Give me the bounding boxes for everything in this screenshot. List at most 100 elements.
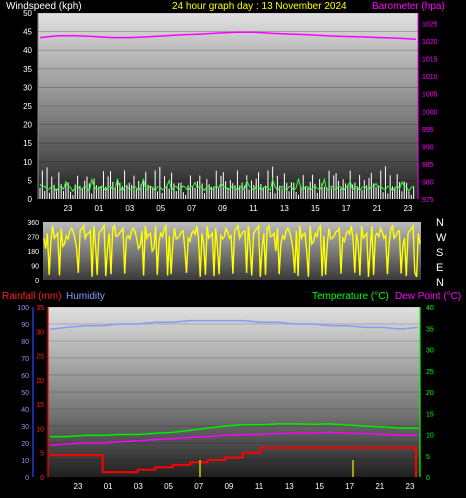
y-tick-label: 5 <box>28 176 33 185</box>
temperature-y-ticks: 0 5 10 15 20 25 30 35 40 <box>426 305 434 482</box>
y-tick-label: 0 <box>28 195 33 204</box>
y-tick-label: 360 <box>27 220 39 227</box>
x-tick-label: 07 <box>194 482 203 491</box>
y-tick-label: 995 <box>422 127 434 134</box>
y-tick-label: 100 <box>17 305 29 312</box>
x-tick-label: 21 <box>373 204 382 213</box>
y-tick-label: 80 <box>21 339 29 346</box>
humidity-axis-title: Humidity <box>66 291 105 302</box>
wind-direction-y-ticks: 0 90 180 270 360 <box>27 220 39 285</box>
y-tick-label: 5 <box>426 454 430 461</box>
y-tick-label: 1020 <box>422 39 438 46</box>
compass-label: N <box>436 217 444 229</box>
chart-title: 24 hour graph day : 13 November 2024 <box>172 1 347 12</box>
y-tick-label: 975 <box>422 197 434 204</box>
y-tick-label: 1010 <box>422 74 438 81</box>
y-tick-label: 1015 <box>422 57 438 64</box>
x-tick-label: 01 <box>104 482 113 491</box>
y-tick-label: 30 <box>36 329 44 336</box>
x-tick-label: 23 <box>64 204 73 213</box>
y-tick-label: 40 <box>21 407 29 414</box>
wind-direction-chart: 0 90 180 270 360 N W S E N <box>27 217 447 289</box>
x-tick-label: 11 <box>249 204 258 213</box>
y-tick-label: 60 <box>21 373 29 380</box>
compass-label: S <box>436 247 443 259</box>
x-tick-label: 23 <box>404 204 413 213</box>
y-tick-label: 0 <box>40 475 44 482</box>
y-tick-label: 35 <box>426 326 434 333</box>
y-tick-label: 20 <box>21 441 29 448</box>
y-tick-label: 0 <box>25 475 29 482</box>
windspeed-y-ticks: 0 5 10 15 20 25 30 35 40 45 50 <box>23 9 32 204</box>
x-tick-label: 01 <box>94 204 103 213</box>
barometer-y-ticks: 975 980 985 990 995 1000 1005 1010 1015 1020 1025 <box>422 22 438 204</box>
y-tick-label: 20 <box>23 121 32 130</box>
compass-label: N <box>436 277 444 289</box>
x-tick-label: 03 <box>125 204 134 213</box>
x-tick-label: 09 <box>218 204 227 213</box>
y-tick-label: 40 <box>23 46 32 55</box>
y-tick-label: 70 <box>21 356 29 363</box>
rainfall-axis-title: Rainfall (mm) <box>2 291 61 302</box>
y-tick-label: 985 <box>422 162 434 169</box>
windspeed-axis-title: Windspeed (kph) <box>6 1 82 12</box>
y-tick-label: 50 <box>21 390 29 397</box>
rain-humidity-temp-chart: 0102030405060708090100 05101520253035 05… <box>17 305 434 491</box>
windspeed-x-ticks: 23 01 03 05 07 09 11 13 15 17 21 23 <box>64 204 413 213</box>
y-tick-label: 30 <box>23 83 32 92</box>
x-tick-label: 23 <box>406 482 415 491</box>
y-tick-label: 10 <box>21 458 29 465</box>
x-tick-label: 05 <box>156 204 165 213</box>
humidity-y-ticks: 0 10 20 30 40 50 60 70 80 90 100 <box>17 305 29 482</box>
barometer-axis-title: Barometer (hpa) <box>372 1 445 12</box>
y-tick-label: 35 <box>36 305 44 312</box>
y-tick-label: 25 <box>426 369 434 376</box>
y-tick-label: 15 <box>23 139 32 148</box>
y-tick-label: 10 <box>36 426 44 433</box>
y-tick-label: 25 <box>36 354 44 361</box>
y-tick-label: 180 <box>27 249 39 256</box>
y-tick-label: 20 <box>426 390 434 397</box>
x-tick-label: 13 <box>285 482 294 491</box>
y-tick-label: 25 <box>23 102 32 111</box>
y-tick-label: 90 <box>31 264 39 271</box>
compass-label: E <box>436 262 443 274</box>
y-tick-label: 40 <box>426 305 434 312</box>
y-tick-label: 15 <box>36 402 44 409</box>
y-tick-label: 50 <box>23 9 32 18</box>
y-tick-label: 980 <box>422 179 434 186</box>
y-tick-label: 30 <box>21 424 29 431</box>
x-tick-label: 13 <box>280 204 289 213</box>
temperature-axis-title: Temperature (°C) <box>312 291 389 302</box>
y-tick-label: 0 <box>426 475 430 482</box>
y-tick-label: 10 <box>23 158 32 167</box>
x-tick-label: 17 <box>345 482 354 491</box>
x-tick-label: 15 <box>311 204 320 213</box>
rainfall-y-ticks: 0 5 10 15 20 25 30 35 <box>36 305 44 482</box>
y-tick-label: 1005 <box>422 92 438 99</box>
y-tick-label: 45 <box>23 28 32 37</box>
y-tick-label: 0 <box>35 278 39 285</box>
y-tick-label: 990 <box>422 144 434 151</box>
x-tick-label: 09 <box>224 482 233 491</box>
compass-label: W <box>436 232 447 244</box>
y-tick-label: 10 <box>426 433 434 440</box>
x-tick-label: 07 <box>187 204 196 213</box>
bottom-x-ticks: 23 01 03 05 07 09 11 13 15 17 21 23 <box>74 482 415 491</box>
x-tick-label: 03 <box>134 482 143 491</box>
y-tick-label: 5 <box>40 451 44 458</box>
y-tick-label: 90 <box>21 322 29 329</box>
dewpoint-axis-title: Dew Point (°C) <box>395 291 461 302</box>
y-tick-label: 270 <box>27 235 39 242</box>
y-tick-label: 30 <box>426 348 434 355</box>
y-tick-label: 1000 <box>422 109 438 116</box>
y-tick-label: 20 <box>36 378 44 385</box>
x-tick-label: 17 <box>342 204 351 213</box>
compass-labels: N W S E N <box>436 217 447 289</box>
windspeed-chart: 05101520253035404550 9759809859909951000… <box>23 9 438 213</box>
x-tick-label: 05 <box>164 482 173 491</box>
y-tick-label: 35 <box>23 65 32 74</box>
x-tick-label: 15 <box>315 482 324 491</box>
x-tick-label: 11 <box>255 482 264 491</box>
y-tick-label: 1025 <box>422 22 438 29</box>
